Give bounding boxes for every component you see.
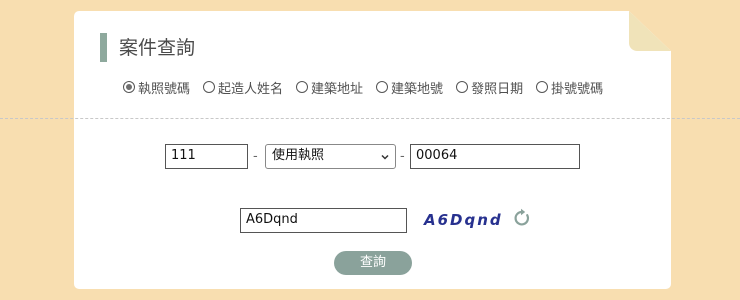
radio-button[interactable] <box>203 81 216 93</box>
chevron-down-icon <box>381 154 389 160</box>
panel-title: 案件查詢 <box>119 37 196 59</box>
separator: - <box>400 149 405 164</box>
license-year-input[interactable]: 111 <box>165 144 248 169</box>
radio-label: 掛號號碼 <box>551 81 604 97</box>
license-number-input[interactable]: 00064 <box>410 144 580 169</box>
radio-registration-number[interactable]: 掛號號碼 <box>536 78 603 97</box>
radio-button[interactable] <box>456 81 469 93</box>
license-type-select[interactable]: 使用執照 <box>265 144 396 169</box>
radio-label: 發照日期 <box>471 81 524 97</box>
section-divider <box>0 118 740 119</box>
radio-building-address[interactable]: 建築地址 <box>296 78 363 97</box>
radio-issue-date[interactable]: 發照日期 <box>456 78 523 97</box>
radio-applicant-name[interactable]: 起造人姓名 <box>203 78 283 97</box>
captcha-image: A6Dqnd <box>424 211 503 229</box>
radio-button[interactable] <box>376 81 389 93</box>
radio-land-lot-number[interactable]: 建築地號 <box>376 78 443 97</box>
radio-label: 起造人姓名 <box>218 81 284 97</box>
page-fold-corner <box>629 11 671 51</box>
radio-button[interactable] <box>296 81 309 93</box>
radio-license-number[interactable]: 執照號碼 <box>123 78 190 97</box>
search-type-group: 執照號碼 起造人姓名 建築地址 建築地號 發照日期 掛號號碼 <box>123 77 616 97</box>
radio-button[interactable] <box>536 81 549 93</box>
query-button[interactable]: 查詢 <box>334 251 412 275</box>
radio-label: 建築地號 <box>391 81 444 97</box>
radio-button-checked[interactable] <box>123 81 135 93</box>
radio-label: 建築地址 <box>311 81 364 97</box>
title-accent-bar <box>100 33 107 62</box>
radio-label: 執照號碼 <box>138 81 191 97</box>
separator: - <box>253 149 258 164</box>
captcha-input[interactable]: A6Dqnd <box>240 208 407 233</box>
refresh-icon[interactable] <box>512 208 532 228</box>
license-type-selected: 使用執照 <box>272 148 325 163</box>
